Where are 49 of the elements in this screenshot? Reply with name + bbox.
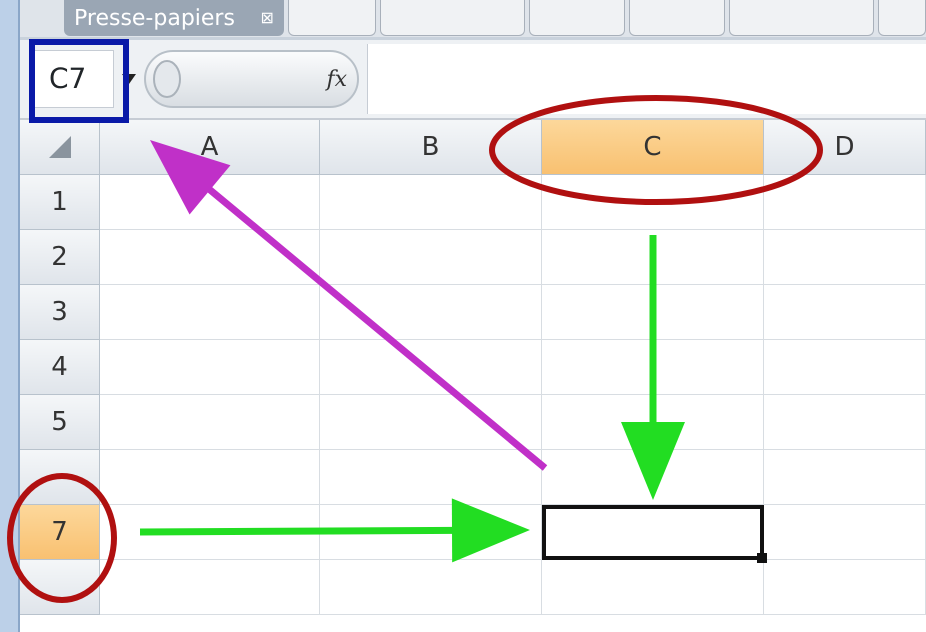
grid-cell[interactable] [764,285,926,340]
row-header[interactable]: 7 [20,505,100,560]
grid-cell[interactable] [764,340,926,395]
row-header[interactable]: 1 [20,175,100,230]
grid-cell[interactable] [764,395,926,450]
insert-function-button[interactable]: fx [326,62,347,96]
grid-cell[interactable] [320,175,542,230]
ribbon-tab[interactable] [729,0,874,36]
row-header[interactable]: 4 [20,340,100,395]
grid-cell[interactable] [100,395,320,450]
grid-cell[interactable] [320,340,542,395]
grid-cell[interactable] [542,340,764,395]
row-header[interactable]: 2 [20,230,100,285]
grid-cell[interactable] [100,285,320,340]
grid-cell[interactable] [542,560,764,615]
fill-handle[interactable] [757,553,767,563]
ribbon-tab[interactable] [878,0,926,36]
dropdown-caret-icon[interactable] [122,74,136,84]
ribbon-tab[interactable] [380,0,525,36]
select-all-icon [48,136,70,158]
grid-cell[interactable] [764,450,926,505]
grid-cell[interactable] [320,395,542,450]
active-cell[interactable] [542,505,764,560]
row-header[interactable]: 5 [20,395,100,450]
name-box[interactable]: C7 [32,50,114,108]
grid-cell[interactable] [100,340,320,395]
ribbon-tab[interactable] [628,0,726,36]
ribbon-tab[interactable] [288,0,376,36]
splitter-handle-icon[interactable] [152,59,182,99]
grid-cell[interactable] [764,230,926,285]
grid-cell[interactable] [764,505,926,560]
column-header[interactable]: D [764,120,926,175]
formula-input-field[interactable] [367,44,926,114]
grid-cell[interactable] [320,285,542,340]
row-header[interactable]: 3 [20,285,100,340]
ribbon-tab[interactable] [528,0,625,36]
grid-cell[interactable] [764,175,926,230]
grid-cell[interactable] [320,560,542,615]
grid-cell[interactable] [100,230,320,285]
grid-cell[interactable] [542,285,764,340]
grid-cell[interactable] [320,450,542,505]
grid-cell[interactable] [542,230,764,285]
grid-cell[interactable] [542,450,764,505]
column-header[interactable]: B [320,120,542,175]
group-label: Presse-papiers [74,4,235,32]
grid-cell[interactable] [764,560,926,615]
grid-cell[interactable] [100,450,320,505]
grid-cell[interactable] [100,560,320,615]
column-header[interactable]: C [542,120,764,175]
